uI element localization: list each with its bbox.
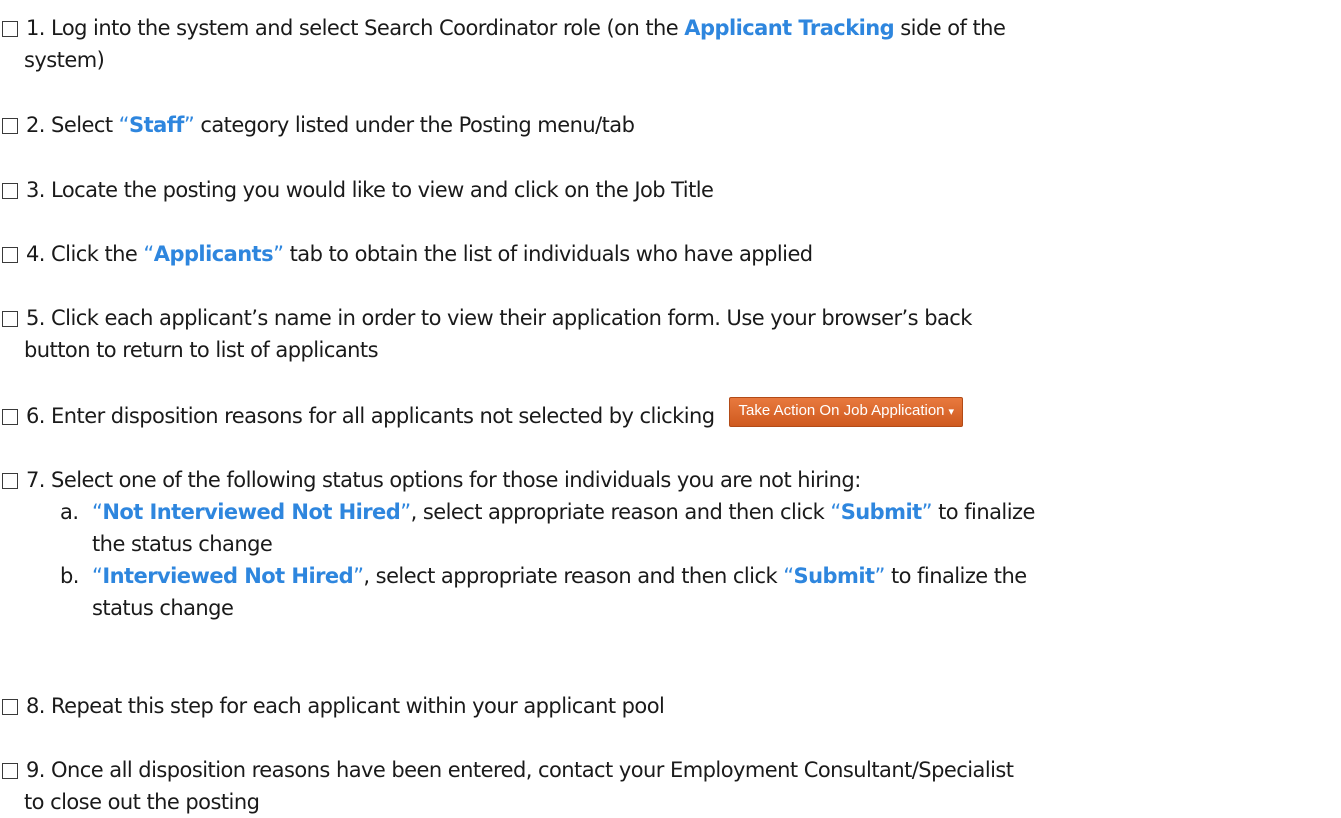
highlight-term: Interviewed Not Hired	[102, 564, 354, 588]
checkbox-icon[interactable]	[2, 21, 18, 37]
checkbox-icon[interactable]	[2, 699, 18, 715]
open-quote: “	[92, 500, 103, 524]
sub-label: a.	[60, 500, 79, 524]
highlight-term: Applicant Tracking	[684, 16, 895, 40]
step-text: 7. Select one of the following status op…	[26, 468, 861, 492]
sub-continuation: the status change	[92, 532, 273, 556]
step-9: 9. Once all disposition reasons have bee…	[0, 754, 1335, 818]
open-quote: “	[783, 564, 794, 588]
step-text-tail: category listed under the Posting menu/t…	[194, 113, 635, 137]
sub-continuation: status change	[92, 596, 234, 620]
checkbox-icon[interactable]	[2, 183, 18, 199]
checkbox-icon[interactable]	[2, 311, 18, 327]
open-quote: “	[118, 113, 130, 137]
step-1: 1. Log into the system and select Search…	[0, 12, 1335, 76]
step-3: 3. Locate the posting you would like to …	[0, 174, 1335, 206]
checkbox-icon[interactable]	[2, 247, 18, 263]
step-text: 4. Click the	[26, 242, 144, 266]
sub-text-tail: to finalize the	[884, 564, 1027, 588]
open-quote: “	[92, 564, 103, 588]
close-quote: ”	[400, 500, 411, 524]
step-text: 1. Log into the system and select Search…	[26, 16, 685, 40]
step-continuation: system)	[24, 48, 105, 72]
highlight-term: Submit	[793, 564, 875, 588]
open-quote: “	[830, 500, 841, 524]
step-8: 8. Repeat this step for each applicant w…	[0, 690, 1335, 722]
step-text: 2. Select	[26, 113, 119, 137]
sub-option-b: b. “Interviewed Not Hired”, select approp…	[0, 560, 1335, 592]
highlight-term: Staff	[129, 113, 184, 137]
step-text: 6. Enter disposition reasons for all app…	[26, 404, 715, 428]
sub-text-tail: to finalize	[931, 500, 1035, 524]
checkbox-icon[interactable]	[2, 118, 18, 134]
highlight-term: Not Interviewed Not Hired	[102, 500, 401, 524]
checkbox-icon[interactable]	[2, 473, 18, 489]
step-6: 6. Enter disposition reasons for all app…	[0, 397, 1335, 435]
checklist: 1. Log into the system and select Search…	[0, 0, 1341, 817]
sub-text: , select appropriate reason and then cli…	[410, 500, 831, 524]
step-2: 2. Select “Staff” category listed under …	[0, 109, 1335, 141]
step-continuation: to close out the posting	[24, 790, 260, 814]
close-quote: ”	[273, 242, 284, 266]
step-text: 9. Once all disposition reasons have bee…	[26, 758, 1014, 782]
sub-label: b.	[60, 564, 79, 588]
step-text: 3. Locate the posting you would like to …	[26, 178, 714, 202]
sub-text: , select appropriate reason and then cli…	[363, 564, 784, 588]
step-4: 4. Click the “Applicants” tab to obtain …	[0, 238, 1335, 270]
step-text-tail: side of the	[894, 16, 1006, 40]
close-quote: ”	[874, 564, 885, 588]
take-action-button-label: Take Action On Job Application	[738, 402, 945, 419]
step-text-tail: tab to obtain the list of individuals wh…	[283, 242, 814, 266]
step-7: 7. Select one of the following status op…	[0, 464, 1335, 624]
checkbox-icon[interactable]	[2, 409, 18, 425]
caret-down-icon: ▾	[948, 406, 955, 418]
highlight-term: Submit	[840, 500, 922, 524]
sub-option-a: a. “Not Interviewed Not Hired”, select ap…	[0, 496, 1335, 528]
step-text: 5. Click each applicant’s name in order …	[26, 306, 972, 330]
open-quote: “	[143, 242, 154, 266]
step-5: 5. Click each applicant’s name in order …	[0, 302, 1335, 366]
step-text: 8. Repeat this step for each applicant w…	[26, 694, 665, 718]
checkbox-icon[interactable]	[2, 763, 18, 779]
close-quote: ”	[183, 113, 195, 137]
take-action-button[interactable]: Take Action On Job Application ▾	[728, 397, 964, 427]
step-continuation: button to return to list of applicants	[24, 338, 379, 362]
highlight-term: Applicants	[153, 242, 274, 266]
close-quote: ”	[921, 500, 933, 524]
close-quote: ”	[353, 564, 364, 588]
